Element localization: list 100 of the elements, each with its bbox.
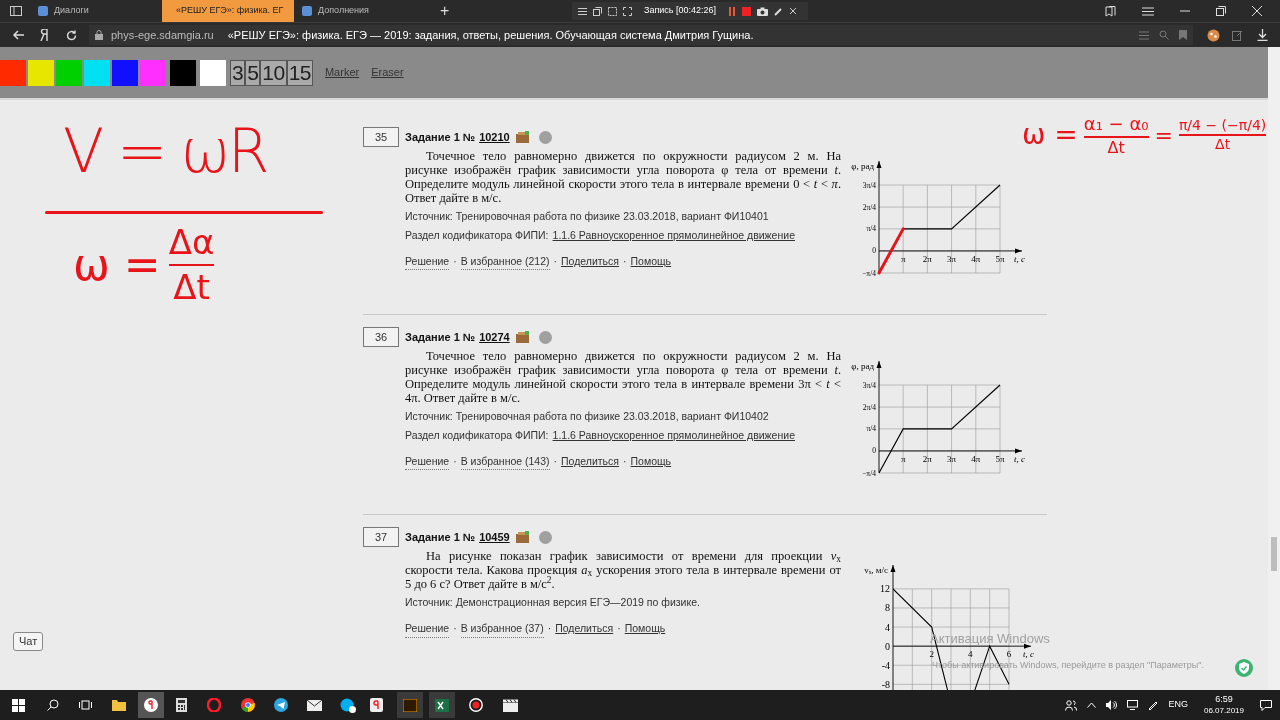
package-icon[interactable]: [515, 531, 529, 543]
language-indicator[interactable]: ENG: [1168, 698, 1188, 712]
close-icon[interactable]: [1252, 6, 1262, 16]
separator-dot: ·: [623, 253, 627, 269]
close-icon[interactable]: [789, 7, 798, 15]
bookmark-icon: [1179, 30, 1187, 40]
tick-label: 12: [880, 583, 890, 595]
action-link[interactable]: Решение: [405, 620, 450, 638]
color-swatch[interactable]: [56, 59, 82, 86]
sidebar-icon[interactable]: [10, 6, 22, 16]
separator-dot: ·: [623, 453, 627, 469]
source-text: Источник: Демонстрационная версия ЕГЭ—2019 по физике.: [405, 595, 701, 610]
tick-label: 3π: [947, 453, 957, 464]
action-link[interactable]: Решение: [405, 453, 450, 471]
extension-icon[interactable]: [1207, 28, 1220, 42]
action-link[interactable]: Помощь: [624, 620, 666, 638]
record-icon[interactable]: [469, 698, 483, 712]
chevron-up-icon[interactable]: [1087, 702, 1097, 708]
tab-favicon-icon: [38, 6, 48, 16]
edit-icon[interactable]: [1232, 29, 1243, 41]
tick-label: 5π: [995, 453, 1005, 464]
browser-icon[interactable]: [370, 698, 383, 712]
search-icon[interactable]: [47, 699, 59, 711]
browser-tab[interactable]: «РЕШУ ЕГЭ»: физика. ЕГ: [162, 0, 294, 22]
clapperboard-icon[interactable]: [503, 698, 518, 712]
pen-icon[interactable]: [774, 6, 784, 16]
camera-icon[interactable]: [757, 6, 769, 16]
task-title: Задание 1 №: [405, 529, 476, 545]
menu-icon[interactable]: [578, 6, 587, 16]
folder-icon[interactable]: [112, 699, 126, 711]
crop-icon[interactable]: [608, 6, 617, 16]
frame-icon[interactable]: [623, 6, 632, 16]
people-icon[interactable]: [1065, 699, 1078, 711]
color-swatch[interactable]: [112, 59, 138, 86]
codifier-link[interactable]: 1.1.6 Равноускоренное прямолинейное движение: [552, 227, 795, 244]
axis-label: t, с: [1023, 649, 1034, 660]
task-id-link[interactable]: 10210: [479, 128, 510, 146]
pen-width-option[interactable]: 5: [245, 59, 261, 86]
color-swatch[interactable]: [140, 59, 166, 86]
back-icon[interactable]: [12, 30, 24, 40]
restore-icon[interactable]: [1216, 6, 1226, 16]
action-link[interactable]: Поделиться: [561, 453, 620, 471]
codifier-link[interactable]: 1.1.6 Равноускоренное прямолинейное движение: [552, 427, 795, 444]
stop-icon[interactable]: [742, 6, 752, 16]
action-link[interactable]: Поделиться: [555, 620, 614, 638]
color-swatch[interactable]: [170, 59, 196, 86]
tool-link[interactable]: Eraser: [371, 64, 404, 81]
color-swatch[interactable]: [28, 59, 54, 86]
task-id-link[interactable]: 10459: [479, 528, 510, 546]
download-icon[interactable]: [1257, 29, 1268, 41]
axis-label: vₓ, м/с: [864, 565, 888, 575]
handwritten-formula: V = ωR: [63, 121, 267, 181]
tick-label: 4: [968, 649, 973, 660]
tick-label: 5π: [995, 253, 1005, 264]
mail-icon[interactable]: [307, 699, 322, 711]
browser-taskbar-icon[interactable]: [138, 692, 164, 718]
package-icon[interactable]: [515, 131, 529, 143]
problem-number: 37: [363, 527, 399, 547]
browser-logo-icon[interactable]: [40, 29, 48, 41]
reload-icon[interactable]: [66, 29, 77, 41]
action-link[interactable]: Решение: [405, 253, 450, 271]
scrollbar[interactable]: [1268, 47, 1280, 690]
task-view-icon[interactable]: [79, 699, 92, 711]
start-icon[interactable]: [12, 698, 25, 712]
address-bar[interactable]: phys-ege.sdamgia.ru «РЕШУ ЕГЭ»: физика. ЕГЭ — 2019: задания, ответы, решения. Обучающая система Дмитрия Гущина.: [89, 25, 1193, 45]
color-swatch[interactable]: [200, 59, 226, 86]
action-link[interactable]: В избранное (37): [460, 620, 544, 638]
pause-icon[interactable]: [728, 6, 737, 16]
action-link[interactable]: Помощь: [630, 253, 672, 271]
color-swatch[interactable]: [0, 59, 26, 86]
axis-label: φ, рад: [851, 361, 874, 371]
action-link[interactable]: Поделиться: [561, 253, 620, 271]
pen-width-option[interactable]: 10: [260, 59, 287, 86]
scrollbar-thumb[interactable]: [1271, 537, 1277, 571]
task-id-link[interactable]: 10274: [479, 328, 510, 346]
notification-icon[interactable]: [1260, 699, 1272, 711]
action-link[interactable]: В избранное (143): [460, 453, 550, 471]
clock[interactable]: 6:59 06.07.2019: [1203, 694, 1244, 716]
tool-link[interactable]: Marker: [324, 64, 360, 81]
action-link[interactable]: Помощь: [630, 453, 672, 471]
network-icon[interactable]: [1127, 700, 1139, 710]
spreadsheet-taskbar-icon[interactable]: [429, 692, 455, 718]
color-swatch[interactable]: [84, 59, 110, 86]
tick-label: -8: [881, 678, 890, 690]
action-link[interactable]: В избранное (212): [460, 253, 550, 271]
axis-label: t, с: [1014, 453, 1025, 464]
speaker-icon[interactable]: [1106, 700, 1118, 710]
tick-label: 6: [1006, 649, 1012, 660]
shield-icon[interactable]: [1235, 659, 1253, 677]
pen-width-option[interactable]: 3: [230, 59, 246, 86]
menu-icon[interactable]: [1142, 6, 1154, 16]
new-tab-button[interactable]: +: [440, 3, 450, 19]
tick-label: 0: [885, 640, 890, 652]
calculator-icon[interactable]: [176, 698, 187, 712]
bookmarks-icon[interactable]: [1105, 5, 1116, 17]
status-icon: [538, 330, 552, 344]
window-icon[interactable]: [593, 6, 602, 16]
pen-width-option[interactable]: 15: [286, 59, 313, 86]
package-icon[interactable]: [515, 331, 529, 343]
chat-button[interactable]: Чат: [13, 632, 44, 651]
